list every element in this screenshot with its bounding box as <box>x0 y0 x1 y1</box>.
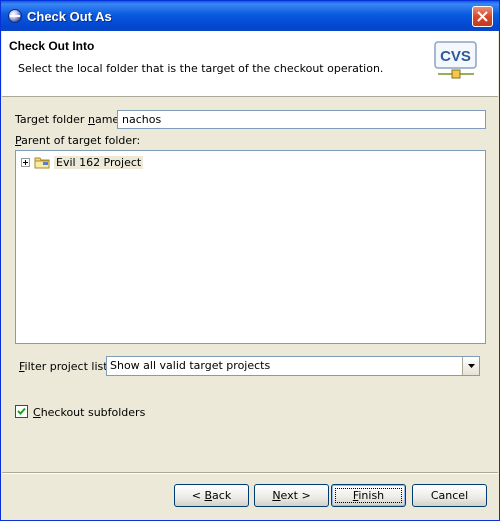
expand-icon[interactable] <box>21 157 30 167</box>
checkout-subfolders-checkbox[interactable] <box>15 405 28 418</box>
close-icon <box>477 11 488 22</box>
window-title: Check Out As <box>27 9 112 24</box>
project-folder-icon <box>34 157 50 168</box>
check-out-as-dialog: Check Out As Check Out Into Select the l… <box>0 0 500 521</box>
footer-divider <box>2 472 498 474</box>
page-title: Check Out Into <box>9 39 95 53</box>
finish-button[interactable]: Finish <box>331 484 406 507</box>
dropdown-arrow-icon[interactable] <box>462 357 479 375</box>
checkout-subfolders-label[interactable]: Checkout subfolders <box>33 406 145 419</box>
next-button[interactable]: Next > <box>254 484 329 507</box>
checkmark-icon <box>17 407 26 415</box>
cancel-button[interactable]: Cancel <box>412 484 487 507</box>
parent-folder-label: Parent of target folder: <box>15 134 141 147</box>
target-folder-label: Target folder name: <box>15 113 123 126</box>
back-button[interactable]: < Back <box>174 484 249 507</box>
target-folder-input[interactable]: nachos <box>117 110 486 129</box>
parent-folder-tree[interactable]: Evil 162 Project <box>15 150 486 344</box>
filter-project-label: Filter project list: <box>19 360 112 373</box>
cvs-logo-text: CVS <box>440 48 471 65</box>
filter-selected-value: Show all valid target projects <box>110 359 271 372</box>
cvs-logo-icon: CVS <box>434 41 477 79</box>
tree-item-label: Evil 162 Project <box>54 155 144 169</box>
dialog-header: Check Out Into Select the local folder t… <box>2 31 498 97</box>
title-bar[interactable]: Check Out As <box>1 1 499 31</box>
tree-item-project[interactable]: Evil 162 Project <box>21 155 144 169</box>
filter-project-select[interactable]: Show all valid target projects <box>106 356 480 376</box>
page-description: Select the local folder that is the targ… <box>18 62 384 75</box>
close-button[interactable] <box>472 6 493 27</box>
eclipse-icon <box>8 9 22 23</box>
